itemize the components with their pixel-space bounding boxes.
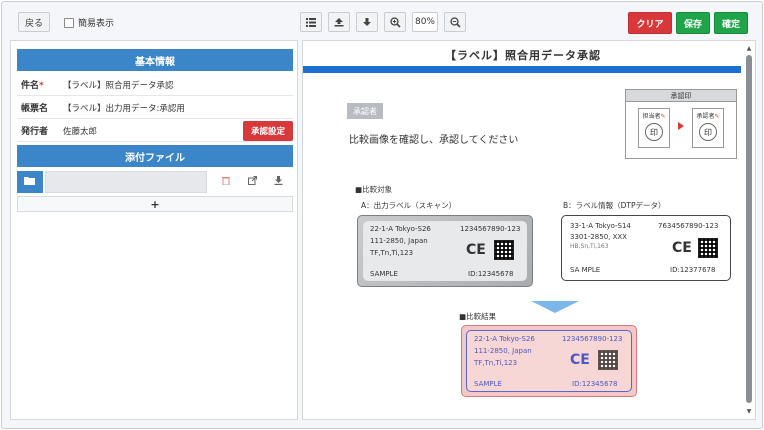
attachment-row — [17, 171, 293, 193]
label-id: ID:12345678 — [468, 270, 514, 278]
label-code: 7634567890-123 — [658, 222, 719, 230]
external-link-icon — [247, 176, 257, 188]
seal-stamp: 印 — [699, 123, 717, 141]
zoom-out-icon — [449, 16, 461, 28]
open-folder-button[interactable] — [17, 171, 43, 193]
ce-mark: CE — [466, 242, 486, 258]
download-button[interactable] — [356, 12, 378, 32]
label-line: 3301-2850, XXX — [570, 233, 627, 241]
approval-setting-button[interactable]: 承認設定 — [243, 121, 293, 141]
stamp-box-header: 承認印 — [626, 90, 736, 102]
field-label-issuer: 発行者 — [21, 127, 49, 137]
label-sample: SAMPLE — [474, 380, 502, 388]
vertical-scrollbar[interactable]: ▲ ▼ — [745, 45, 753, 415]
scroll-up-icon[interactable]: ▲ — [745, 45, 753, 52]
field-row-issuer: 発行者 佐藤太郎 承認設定 — [17, 120, 293, 142]
pen-icon: ✎ — [660, 113, 666, 120]
instruction-text: 比較画像を確認し、承認してください — [349, 135, 519, 146]
file-name-field[interactable] — [45, 171, 207, 193]
info-panel: 基本情報 件名* 【ラベル】照合用データ承認 帳票名 【ラベル】出力用データ:承… — [10, 40, 298, 420]
compare-heading: ■比較対象 — [355, 185, 393, 194]
label-image-b: 33-1-A Tokyo-S14 7634567890-123 3301-285… — [561, 215, 731, 281]
upload-icon — [334, 17, 344, 27]
trash-icon — [222, 176, 230, 188]
comparison-result-image: 22-1-A Tokyo-S26 1234567890-123 111-2850… — [461, 325, 637, 397]
download-attachment-button[interactable] — [265, 171, 291, 193]
arrow-right-icon — [678, 122, 684, 130]
field-label-form-name: 帳票名 — [21, 104, 49, 114]
zoom-out-button[interactable] — [444, 12, 466, 32]
seal-stamp: 印 — [645, 123, 663, 141]
approval-stamp-box: 承認印 担当者✎ 印 承認者✎ 印 — [625, 89, 737, 159]
add-attachment-button[interactable]: + — [17, 196, 293, 212]
clear-button[interactable]: クリア — [628, 12, 672, 34]
zoom-in-button[interactable] — [384, 12, 406, 32]
field-row-form-name: 帳票名 【ラベル】出力用データ:承認用 — [17, 97, 293, 119]
label-line: 22-1-A Tokyo-S26 — [370, 225, 431, 233]
person-in-charge-label: 担当者 — [642, 113, 661, 120]
field-value-form-name: 【ラベル】出力用データ:承認用 — [63, 103, 185, 114]
open-external-button[interactable] — [239, 171, 265, 193]
qr-code-icon — [494, 240, 514, 260]
label-line: 33-1-A Tokyo-S14 — [570, 222, 631, 230]
attachments-header: 添付ファイル — [17, 145, 293, 167]
upload-button[interactable] — [328, 12, 350, 32]
field-value-subject: 【ラベル】照合用データ承認 — [63, 80, 174, 91]
field-label-subject: 件名* — [21, 81, 44, 91]
label-code: 1234567890-123 — [562, 335, 623, 343]
list-icon — [306, 17, 316, 27]
pen-icon: ✎ — [714, 113, 720, 120]
qr-code-icon — [698, 238, 718, 258]
toolbar: 戻る 簡易表示 80% クリア 保存 確定 — [2, 2, 762, 40]
arrow-down-icon — [362, 17, 372, 27]
label-id: ID:12345678 — [572, 380, 618, 388]
label-line: HB,Sn,Ti,163 — [570, 243, 609, 250]
label-line: 111-2850, Japan — [370, 237, 428, 245]
scroll-down-icon[interactable]: ▼ — [745, 408, 753, 415]
stamp-cell-person-in-charge: 担当者✎ 印 — [638, 108, 670, 148]
basic-info-header: 基本情報 — [17, 49, 293, 71]
label-line: 111-2850, Japan — [474, 347, 532, 355]
back-button[interactable]: 戻る — [18, 12, 50, 32]
app-window: 戻る 簡易表示 80% クリア 保存 確定 基本情報 件名* 【ラベル】照合用デ… — [1, 1, 763, 429]
label-line: 22-1-A Tokyo-S26 — [474, 335, 535, 343]
checkbox-box[interactable] — [64, 17, 74, 28]
result-arrow-icon — [531, 301, 579, 313]
document-title: 【ラベル】照合用データ承認 — [445, 49, 601, 62]
approver-tag: 承認者 — [347, 103, 383, 119]
confirm-button[interactable]: 確定 — [714, 12, 748, 34]
approver-label: 承認者 — [696, 113, 715, 120]
label-image-a: 22-1-A Tokyo-S26 1234567890-123 111-2850… — [357, 215, 533, 287]
simple-view-checkbox[interactable]: 簡易表示 — [64, 16, 114, 29]
label-a-caption: A：出力ラベル（スキャン） — [361, 201, 457, 210]
ce-mark: CE — [672, 240, 692, 256]
download-icon — [274, 176, 283, 188]
save-button[interactable]: 保存 — [676, 12, 710, 34]
ce-mark: CE — [570, 352, 590, 368]
field-row-subject: 件名* 【ラベル】照合用データ承認 — [17, 74, 293, 96]
folder-icon — [24, 176, 36, 189]
label-line: TF,Tn,Ti,123 — [474, 359, 518, 367]
scrollbar-thumb[interactable] — [746, 55, 752, 403]
zoom-in-icon — [389, 16, 401, 28]
delete-attachment-button[interactable] — [213, 171, 239, 193]
label-line: TF,Tn,Ti,123 — [370, 249, 414, 257]
label-sample: SAMPLE — [370, 270, 398, 278]
simple-view-label: 簡易表示 — [78, 19, 115, 29]
zoom-level-field[interactable]: 80% — [412, 12, 438, 32]
qr-code-icon — [598, 350, 618, 370]
document-viewer[interactable]: 【ラベル】照合用データ承認 承認者 比較画像を確認し、承認してください 承認印 … — [302, 40, 756, 420]
title-underline — [303, 66, 741, 73]
list-view-button[interactable] — [300, 12, 322, 32]
label-sample: SA MPLE — [570, 266, 601, 274]
label-id: ID:12377678 — [670, 266, 716, 274]
result-heading: ■比較結果 — [459, 312, 497, 321]
label-code: 1234567890-123 — [460, 225, 521, 233]
stamp-cell-approver: 承認者✎ 印 — [692, 108, 724, 148]
label-b-caption: B：ラベル情報（DTPデータ） — [563, 201, 666, 210]
